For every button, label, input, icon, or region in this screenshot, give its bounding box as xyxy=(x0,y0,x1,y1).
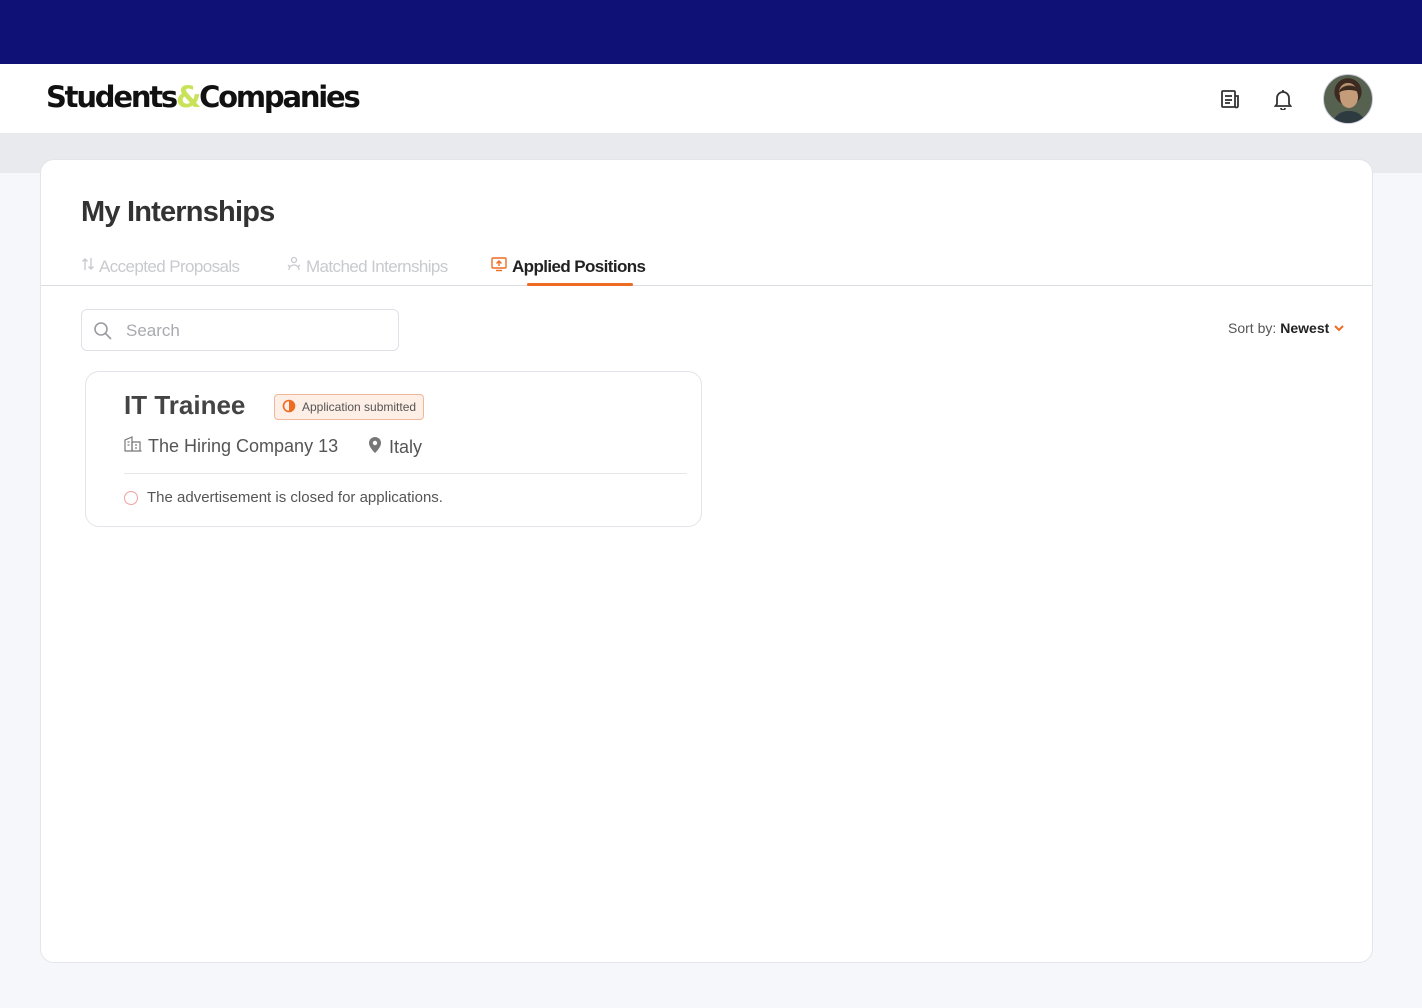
tab-accepted-proposals[interactable]: Accepted Proposals xyxy=(81,256,240,277)
top-banner xyxy=(0,0,1422,64)
swap-icon xyxy=(81,256,95,277)
company-name: The Hiring Company 13 xyxy=(148,436,339,456)
tab-label: Matched Internships xyxy=(306,256,448,276)
half-circle-icon xyxy=(282,399,296,416)
building-icon xyxy=(124,436,142,457)
sort-label: Sort by: xyxy=(1228,320,1277,336)
match-icon xyxy=(286,256,302,277)
bell-icon[interactable] xyxy=(1270,86,1296,112)
sort-dropdown[interactable]: Sort by: Newest xyxy=(1228,320,1345,336)
location-name: Italy xyxy=(389,437,423,457)
app-header: Students&Companies xyxy=(0,64,1422,133)
card-divider xyxy=(124,473,687,474)
search-icon xyxy=(93,321,113,346)
tab-applied-positions[interactable]: Applied Positions xyxy=(490,256,646,277)
main-card: My Internships Accepted Proposals Matche… xyxy=(40,159,1373,963)
location-pin-icon xyxy=(367,436,383,459)
internship-card[interactable]: IT Trainee Application submitted The Hir… xyxy=(85,371,702,527)
closed-notice: The advertisement is closed for applicat… xyxy=(124,489,443,506)
tab-label: Accepted Proposals xyxy=(99,256,240,276)
sort-value: Newest xyxy=(1280,320,1330,336)
tab-matched-internships[interactable]: Matched Internships xyxy=(286,256,448,277)
status-text: Application submitted xyxy=(302,400,417,414)
page-title: My Internships xyxy=(81,196,275,228)
company-info: The Hiring Company 13 xyxy=(124,436,338,457)
brand-ampersand: & xyxy=(176,80,201,114)
location-info: Italy xyxy=(367,436,422,459)
upload-screen-icon xyxy=(490,256,508,277)
search-box[interactable] xyxy=(81,309,399,351)
chevron-down-icon xyxy=(1333,320,1345,336)
brand-name-students: Students xyxy=(46,80,178,114)
tab-bar: Accepted Proposals Matched Internships A… xyxy=(41,246,1372,286)
user-avatar[interactable] xyxy=(1323,74,1373,124)
brand-logo[interactable]: Students&Companies xyxy=(46,80,361,114)
closed-notice-text: The advertisement is closed for applicat… xyxy=(147,489,443,506)
brand-name-companies: Companies xyxy=(199,80,361,114)
internship-title: IT Trainee xyxy=(124,390,246,420)
tab-label: Applied Positions xyxy=(512,256,646,276)
status-dot-icon xyxy=(124,490,138,505)
active-tab-indicator xyxy=(527,283,633,286)
news-icon[interactable] xyxy=(1217,86,1243,112)
status-badge: Application submitted xyxy=(274,394,424,420)
search-input[interactable] xyxy=(126,319,386,343)
